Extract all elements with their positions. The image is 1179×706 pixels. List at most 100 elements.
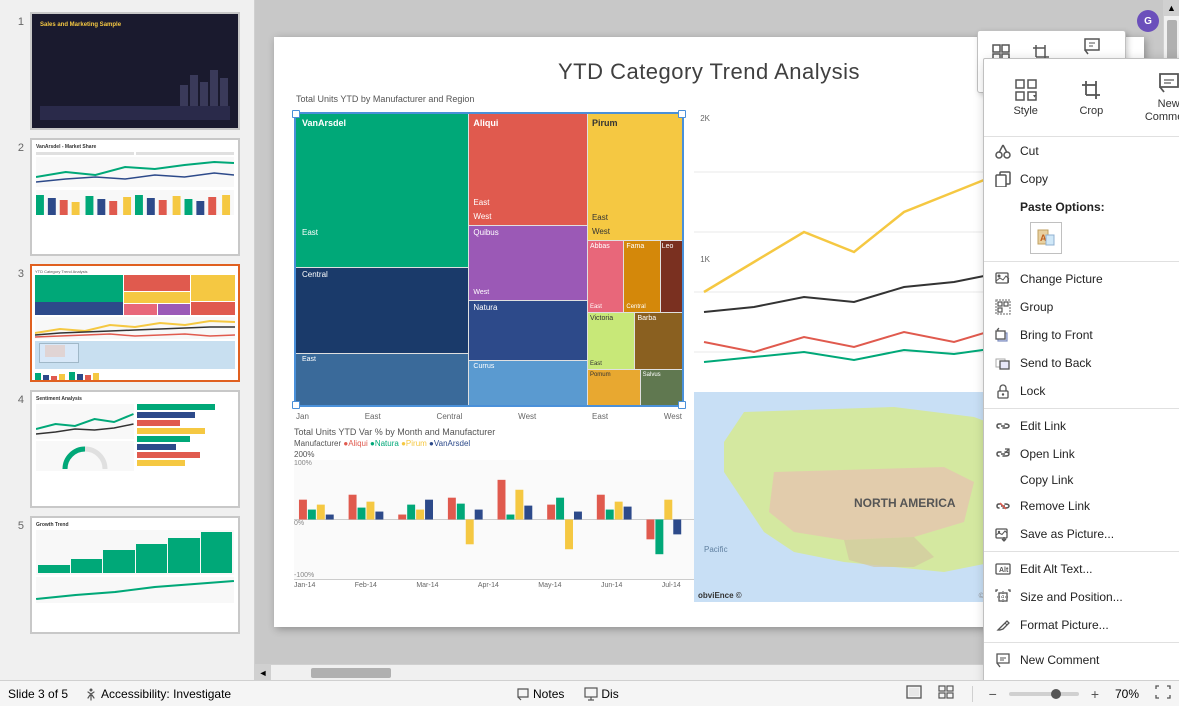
ctx-format-picture-item[interactable]: Format Picture...: [984, 611, 1179, 639]
statusbar-right: − + 70%: [904, 683, 1171, 704]
open-link-icon: [994, 445, 1012, 463]
ctx-edit-link-item[interactable]: Edit Link: [984, 412, 1179, 440]
ctx-crop-label: Crop: [1079, 105, 1103, 117]
slide-number-4: 4: [8, 394, 24, 406]
cut-label: Cut: [1020, 144, 1179, 158]
ctx-cut-item[interactable]: Cut: [984, 137, 1179, 165]
slide-thumb-1[interactable]: Sales and Marketing Sample: [30, 12, 240, 130]
main-area: 1 Sales and Marketing Sample: [0, 0, 1179, 680]
remove-link-label: Remove Link: [1020, 499, 1179, 513]
handle-tl[interactable]: [292, 110, 300, 118]
zoom-slider[interactable]: [1009, 692, 1079, 696]
send-to-back-label: Send to Back: [1020, 356, 1179, 370]
paste-options-label: Paste Options:: [1020, 200, 1179, 214]
ctx-crop-icon: [1079, 78, 1103, 102]
new-comment-menu-icon: [994, 651, 1012, 669]
ctx-copy-item[interactable]: Copy: [984, 165, 1179, 193]
svg-text:NORTH AMERICA: NORTH AMERICA: [854, 496, 956, 510]
ctx-bring-to-front-item[interactable]: Bring to Front ▶: [984, 321, 1179, 349]
slide-item-1[interactable]: 1 Sales and Marketing Sample: [0, 8, 254, 134]
save-as-picture-label: Save as Picture...: [1020, 527, 1179, 541]
notes-button[interactable]: Notes: [510, 685, 570, 703]
treemap-chart[interactable]: Total Units YTD by Manufacturer and Regi…: [294, 112, 684, 407]
ctx-new-comment-item[interactable]: New Comment: [984, 646, 1179, 674]
ctx-send-to-back-item[interactable]: Send to Back ▶: [984, 349, 1179, 377]
ctx-size-position-item[interactable]: Size and Position...: [984, 583, 1179, 611]
zoom-level[interactable]: 70%: [1111, 687, 1143, 701]
ctx-change-picture-item[interactable]: Change Picture ▶: [984, 265, 1179, 293]
ctx-save-as-picture-item[interactable]: Save as Picture...: [984, 520, 1179, 548]
slide-number-2: 2: [8, 142, 24, 154]
context-menu: Style Crop: [983, 58, 1179, 680]
scroll-left-button[interactable]: ◄: [255, 665, 271, 680]
slide-number-5: 5: [8, 520, 24, 532]
ctx-style-icon: [1014, 78, 1038, 102]
display-icon: [584, 687, 598, 701]
send-to-back-icon: [994, 354, 1012, 372]
statusbar: Slide 3 of 5 Accessibility: Investigate …: [0, 680, 1179, 706]
format-picture-icon: [994, 616, 1012, 634]
display-button[interactable]: Dis: [578, 685, 624, 703]
slide-sorter-icon: [938, 685, 954, 699]
open-link-label: Open Link: [1020, 447, 1179, 461]
zoom-minus-button[interactable]: −: [989, 686, 997, 702]
ctx-edit-alt-text-item[interactable]: Alt Edit Alt Text...: [984, 555, 1179, 583]
paste-keep-formatting-button[interactable]: A: [1030, 222, 1062, 254]
bring-to-front-icon: [994, 326, 1012, 344]
ctx-style-label: Style: [1013, 105, 1037, 117]
scroll-thumb-h[interactable]: [311, 668, 391, 678]
slide-item-3[interactable]: 3 YTD Category Trend Analysis: [0, 260, 254, 386]
coauthor-avatar[interactable]: G: [1137, 10, 1159, 32]
accessibility-status[interactable]: Accessibility: Investigate: [84, 687, 231, 701]
paste-section-icon: [994, 198, 1012, 216]
ctx-group-item[interactable]: Group ▶: [984, 293, 1179, 321]
group-label: Group: [1020, 300, 1179, 314]
normal-view-icon: [906, 685, 922, 699]
slide-thumb-5[interactable]: Growth Trend: [30, 516, 240, 634]
save-as-picture-icon: [994, 525, 1012, 543]
bring-to-front-label: Bring to Front: [1020, 328, 1179, 342]
slide-item-5[interactable]: 5 Growth Trend: [0, 512, 254, 638]
slide-item-2[interactable]: 2 VanArsdel - Market Share: [0, 134, 254, 260]
slide-thumb-2[interactable]: VanArsdel - Market Share: [30, 138, 240, 256]
ctx-crop-button[interactable]: Crop: [1067, 74, 1115, 121]
slide-panel: 1 Sales and Marketing Sample: [0, 0, 255, 680]
canvas-area: ▲ ▼ YTD Category Trend Analysis Total Un…: [255, 0, 1179, 680]
ctx-new-comment-button[interactable]: NewComment: [1133, 67, 1179, 128]
format-picture-label: Format Picture...: [1020, 618, 1179, 632]
ctx-new-comment-header-label: NewComment: [1145, 98, 1179, 124]
statusbar-center: Notes Dis: [510, 685, 625, 703]
ctx-storyboarding-item[interactable]: Storyboarding ▶: [984, 674, 1179, 680]
edit-link-label: Edit Link: [1020, 419, 1179, 433]
ctx-copy-link-item[interactable]: Copy Link: [984, 468, 1179, 492]
handle-tr[interactable]: [678, 110, 686, 118]
slide-thumb-4[interactable]: Sentiment Analysis: [30, 390, 240, 508]
ctx-lock-item[interactable]: Lock: [984, 377, 1179, 405]
zoom-plus-button[interactable]: +: [1091, 686, 1099, 702]
slide-thumb-3[interactable]: YTD Category Trend Analysis: [30, 264, 240, 382]
handle-bl[interactable]: [292, 401, 300, 409]
handle-br[interactable]: [678, 401, 686, 409]
ctx-style-button[interactable]: Style: [1001, 74, 1049, 121]
ctx-new-comment-icon: [1157, 71, 1179, 95]
slide-number-1: 1: [8, 16, 24, 28]
normal-view-button[interactable]: [904, 683, 924, 704]
remove-link-icon: [994, 497, 1012, 515]
slide-sorter-button[interactable]: [936, 683, 956, 704]
svg-text:Pacific: Pacific: [704, 545, 728, 554]
context-menu-header: Style Crop: [984, 59, 1179, 137]
ctx-remove-link-item[interactable]: Remove Link: [984, 492, 1179, 520]
copy-link-label: Copy Link: [1020, 473, 1179, 487]
change-picture-label: Change Picture: [1020, 272, 1179, 286]
copy-label: Copy: [1020, 172, 1179, 186]
zoom-thumb[interactable]: [1051, 689, 1061, 699]
fit-to-window-button[interactable]: [1155, 685, 1171, 702]
cut-icon: [994, 142, 1012, 160]
ctx-open-link-item[interactable]: Open Link: [984, 440, 1179, 468]
slide-item-4[interactable]: 4 Sentiment Analysis: [0, 386, 254, 512]
notes-icon: [516, 687, 530, 701]
lock-icon: [994, 382, 1012, 400]
new-comment-label: New Comment: [1020, 653, 1179, 667]
fit-window-icon: [1155, 685, 1171, 699]
storyboarding-icon: [994, 679, 1012, 680]
